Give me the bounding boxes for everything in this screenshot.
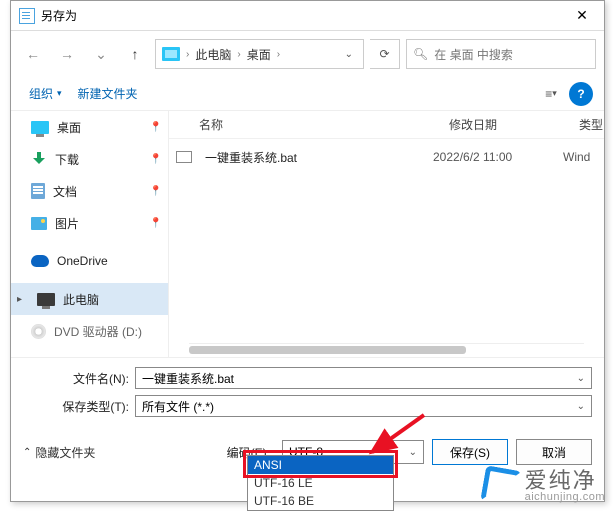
sidebar-item-pictures[interactable]: 图片 📍	[11, 207, 168, 239]
help-button[interactable]: ?	[568, 81, 594, 107]
filetype-value: 所有文件 (*.*)	[142, 398, 214, 415]
sidebar-item-label: DVD 驱动器 (D:)	[54, 323, 142, 340]
crumb-sep-icon: ›	[237, 49, 240, 60]
crumb-thispc[interactable]: 此电脑	[195, 46, 231, 63]
file-list-header: 名称 修改日期 类型	[169, 111, 604, 139]
file-row[interactable]: 一键重装系统.bat 2022/6/2 11:00 Wind	[169, 139, 604, 175]
filename-row: 文件名(N): 一键重装系统.bat ⌄	[11, 364, 604, 392]
nav-toolbar: ← → ⌄ ↑ › 此电脑 › 桌面 › ⌄ ⟳ 🔍︎ 在 桌面 中搜索	[11, 31, 604, 77]
up-button[interactable]: ↑	[121, 40, 149, 68]
row-checkbox[interactable]	[169, 151, 199, 163]
chevron-down-icon[interactable]: ⌄	[577, 373, 585, 384]
file-list: 名称 修改日期 类型 一键重装系统.bat 2022/6/2 11:00 Win…	[169, 111, 604, 357]
forward-button: →	[53, 40, 81, 68]
col-type[interactable]: 类型	[579, 116, 604, 133]
chevron-down-icon: ▾	[552, 88, 557, 99]
close-button[interactable]: ✕	[560, 1, 604, 31]
help-icon: ?	[569, 82, 593, 106]
location-icon	[162, 47, 180, 61]
pictures-icon	[31, 217, 47, 230]
documents-icon	[31, 183, 45, 199]
sidebar-item-thispc[interactable]: ▸ 此电脑	[11, 283, 168, 315]
encoding-option-utf16le[interactable]: UTF-16 LE	[248, 474, 393, 492]
main-area: 桌面 📍 下载 📍 文档 📍 图片 📍 OneDrive	[11, 111, 604, 357]
sidebar-item-label: 文档	[53, 183, 77, 200]
filename-value: 一键重装系统.bat	[142, 370, 234, 387]
filetype-select[interactable]: 所有文件 (*.*) ⌄	[135, 395, 592, 417]
pin-icon: 📍	[150, 186, 162, 197]
save-button[interactable]: 保存(S)	[432, 439, 508, 465]
downloads-icon	[31, 152, 47, 166]
desktop-icon	[31, 121, 49, 134]
file-name: 一键重装系统.bat	[199, 149, 433, 166]
sidebar-item-label: OneDrive	[57, 254, 108, 268]
sidebar-item-onedrive[interactable]: OneDrive	[11, 245, 168, 277]
view-icon: ≡	[545, 87, 552, 101]
search-icon: 🔍︎	[413, 47, 428, 61]
chevron-right-icon: ▸	[17, 294, 27, 305]
horizontal-scrollbar[interactable]	[189, 343, 584, 357]
refresh-button[interactable]: ⟳	[370, 39, 400, 69]
chevron-down-icon[interactable]: ⌄	[577, 401, 585, 412]
sidebar-item-dvd[interactable]: DVD 驱动器 (D:)	[11, 315, 168, 347]
file-type: Wind	[563, 150, 604, 164]
view-button[interactable]: ≡ ▾	[538, 81, 564, 107]
address-dropdown-icon[interactable]: ⌄	[341, 49, 357, 60]
notepad-icon	[19, 8, 35, 24]
col-date[interactable]: 修改日期	[449, 116, 579, 133]
filetype-row: 保存类型(T): 所有文件 (*.*) ⌄	[11, 392, 604, 420]
file-date: 2022/6/2 11:00	[433, 150, 563, 164]
col-name[interactable]: 名称	[199, 116, 449, 133]
titlebar: 另存为 ✕	[11, 1, 604, 31]
back-button[interactable]: ←	[19, 40, 47, 68]
new-folder-button[interactable]: 新建文件夹	[70, 81, 146, 106]
filename-label: 文件名(N):	[23, 370, 135, 387]
hide-folders-label: 隐藏文件夹	[35, 444, 95, 461]
sidebar-item-label: 图片	[55, 215, 79, 232]
sidebar-item-label: 下载	[55, 151, 79, 168]
filetype-label: 保存类型(T):	[23, 398, 135, 415]
save-as-dialog: 另存为 ✕ ← → ⌄ ↑ › 此电脑 › 桌面 › ⌄ ⟳ 🔍︎ 在 桌面 中…	[10, 0, 605, 502]
pin-icon: 📍	[150, 154, 162, 165]
crumb-sep-icon: ›	[277, 49, 280, 60]
bat-file-icon	[176, 151, 192, 163]
organize-menu[interactable]: 组织 ▾	[21, 81, 70, 106]
search-placeholder: 在 桌面 中搜索	[434, 46, 513, 63]
sidebar-item-downloads[interactable]: 下载 📍	[11, 143, 168, 175]
filename-input[interactable]: 一键重装系统.bat ⌄	[135, 367, 592, 389]
encoding-option-utf16be[interactable]: UTF-16 BE	[248, 492, 393, 510]
sidebar-item-label: 桌面	[57, 119, 81, 136]
sidebar-item-label: 此电脑	[63, 291, 99, 308]
pin-icon: 📍	[150, 122, 162, 133]
cancel-button[interactable]: 取消	[516, 439, 592, 465]
dvd-icon	[31, 324, 46, 339]
crumb-desktop[interactable]: 桌面	[247, 46, 271, 63]
hide-folders-link[interactable]: ⌃ 隐藏文件夹	[23, 444, 95, 461]
window-title: 另存为	[41, 7, 560, 24]
encoding-dropdown: ANSI UTF-16 LE UTF-16 BE	[247, 455, 394, 511]
address-bar[interactable]: › 此电脑 › 桌面 › ⌄	[155, 39, 364, 69]
recent-dropdown[interactable]: ⌄	[87, 40, 115, 68]
command-toolbar: 组织 ▾ 新建文件夹 ≡ ▾ ?	[11, 77, 604, 111]
onedrive-icon	[31, 255, 49, 267]
crumb-sep-icon: ›	[186, 49, 189, 60]
sidebar-item-desktop[interactable]: 桌面 📍	[11, 111, 168, 143]
chevron-down-icon: ▾	[57, 88, 62, 99]
chevron-down-icon: ⌃	[23, 447, 31, 458]
chevron-down-icon: ⌄	[409, 447, 417, 458]
sidebar-item-documents[interactable]: 文档 📍	[11, 175, 168, 207]
sidebar: 桌面 📍 下载 📍 文档 📍 图片 📍 OneDrive	[11, 111, 169, 357]
search-input[interactable]: 🔍︎ 在 桌面 中搜索	[406, 39, 596, 69]
encoding-option-ansi[interactable]: ANSI	[248, 456, 393, 474]
pin-icon: 📍	[150, 218, 162, 229]
thispc-icon	[37, 293, 55, 306]
organize-label: 组织	[29, 85, 53, 102]
